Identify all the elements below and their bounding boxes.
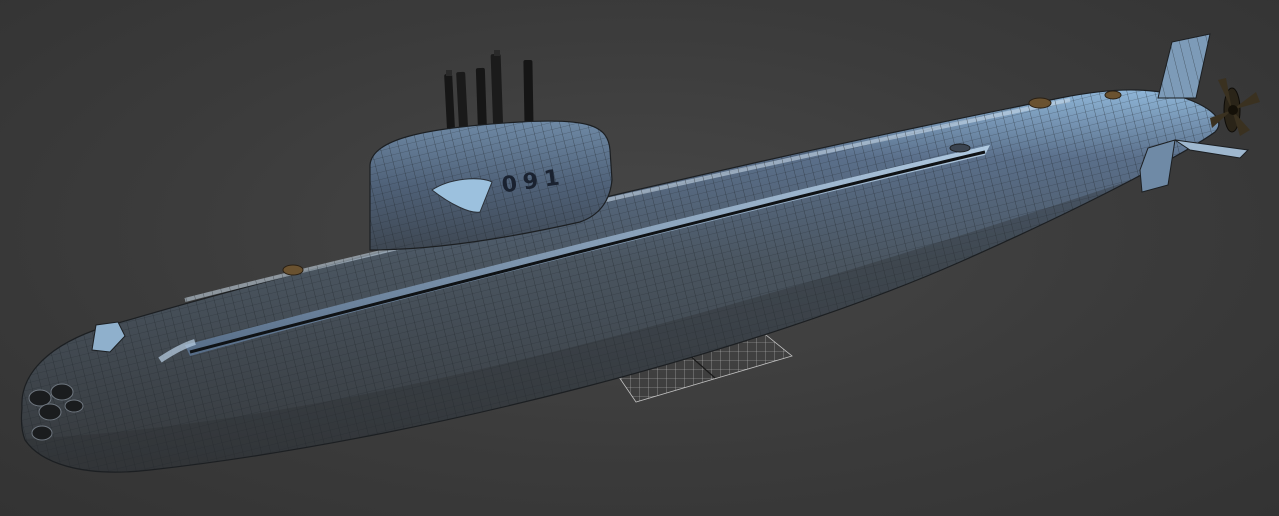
submarine-model-render: 091 bbox=[20, 33, 1260, 473]
submarine-hull bbox=[20, 89, 1220, 473]
3d-viewport[interactable]: 091 bbox=[0, 0, 1279, 516]
